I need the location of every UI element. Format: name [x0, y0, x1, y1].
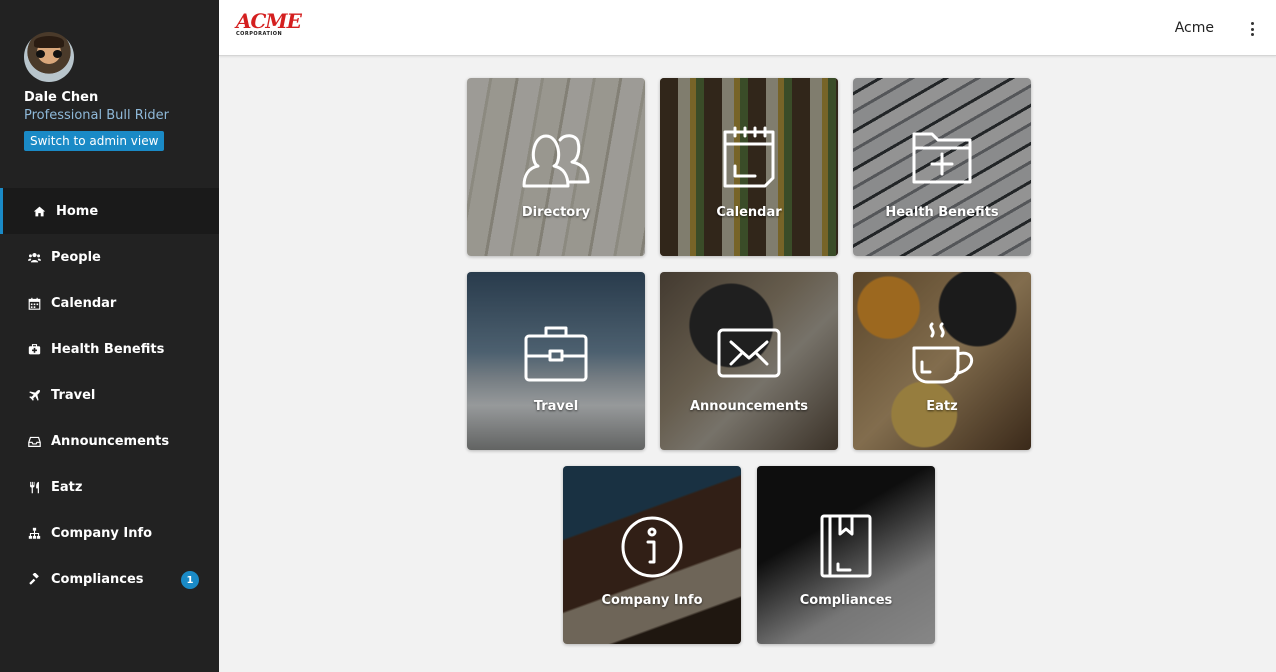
- sitemap-icon: [25, 526, 43, 540]
- sidebar-item-health-benefits[interactable]: Health Benefits: [0, 326, 219, 372]
- user-name: Dale Chen: [24, 90, 99, 105]
- bookmark-book-icon: [810, 514, 882, 580]
- tile-calendar[interactable]: Calendar: [660, 78, 838, 256]
- tile-label: Directory: [521, 205, 591, 220]
- sidebar-item-label: Travel: [51, 387, 96, 403]
- medkit-icon: [25, 342, 43, 356]
- tile-announcements[interactable]: Announcements: [660, 272, 838, 450]
- home-icon: [30, 204, 48, 218]
- people-outline-icon: [520, 126, 592, 192]
- folder-plus-icon: [906, 126, 978, 192]
- people-icon: [25, 250, 43, 264]
- top-header: ACME CORPORATION Acme: [219, 0, 1276, 56]
- tile-health-benefits[interactable]: Health Benefits: [853, 78, 1031, 256]
- gavel-icon: [25, 572, 43, 586]
- sidebar-item-travel[interactable]: Travel: [0, 372, 219, 418]
- company-name[interactable]: Acme: [1175, 20, 1214, 36]
- sidebar-item-label: Company Info: [51, 525, 153, 541]
- tile-eatz[interactable]: Eatz: [853, 272, 1031, 450]
- sidebar-item-label: Calendar: [51, 295, 117, 311]
- acme-logo[interactable]: ACME CORPORATION: [236, 9, 302, 40]
- avatar[interactable]: [24, 32, 74, 82]
- sidebar-item-compliances[interactable]: Compliances 1: [0, 556, 219, 602]
- more-options-icon[interactable]: [1249, 22, 1255, 36]
- coffee-cup-icon: [906, 320, 978, 386]
- sidebar-item-label: People: [51, 249, 101, 265]
- tile-label: Health Benefits: [885, 205, 999, 220]
- tile-label: Eatz: [926, 399, 958, 414]
- sidebar-item-company-info[interactable]: Company Info: [0, 510, 219, 556]
- tile-label: Travel: [533, 399, 579, 414]
- sidebar-item-label: Home: [56, 203, 99, 219]
- sidebar-item-calendar[interactable]: Calendar: [0, 280, 219, 326]
- sidebar-item-eatz[interactable]: Eatz: [0, 464, 219, 510]
- sidebar: Dale Chen Professional Bull Rider Switch…: [0, 0, 219, 672]
- tile-label: Announcements: [689, 399, 809, 414]
- tile-directory[interactable]: Directory: [467, 78, 645, 256]
- sidebar-item-label: Eatz: [51, 479, 83, 495]
- tile-label: Company Info: [601, 593, 703, 608]
- sidebar-item-people[interactable]: People: [0, 234, 219, 280]
- user-title: Professional Bull Rider: [24, 108, 170, 123]
- sidebar-item-label: Compliances: [51, 571, 144, 587]
- utensils-icon: [25, 480, 43, 494]
- tile-label: Compliances: [799, 593, 893, 608]
- envelope-icon: [713, 320, 785, 386]
- user-profile: Dale Chen Professional Bull Rider Switch…: [0, 0, 219, 188]
- sidebar-nav: Home People Calendar Health Benefits Tra…: [0, 188, 219, 602]
- switch-admin-view-button[interactable]: Switch to admin view: [24, 131, 165, 151]
- inbox-icon: [25, 434, 43, 448]
- notification-badge: 1: [181, 571, 199, 589]
- tile-company-info[interactable]: Company Info: [563, 466, 741, 644]
- sidebar-item-announcements[interactable]: Announcements: [0, 418, 219, 464]
- sidebar-item-label: Announcements: [51, 433, 170, 449]
- info-circle-icon: [616, 514, 688, 580]
- sidebar-item-home[interactable]: Home: [0, 188, 219, 234]
- calendar-outline-icon: [713, 126, 785, 192]
- sidebar-item-label: Health Benefits: [51, 341, 165, 357]
- plane-icon: [25, 388, 43, 402]
- tile-compliances[interactable]: Compliances: [757, 466, 935, 644]
- calendar-icon: [25, 296, 43, 310]
- tile-label: Calendar: [716, 205, 782, 220]
- logo-text: ACME: [236, 9, 302, 33]
- tile-travel[interactable]: Travel: [467, 272, 645, 450]
- briefcase-icon: [520, 320, 592, 386]
